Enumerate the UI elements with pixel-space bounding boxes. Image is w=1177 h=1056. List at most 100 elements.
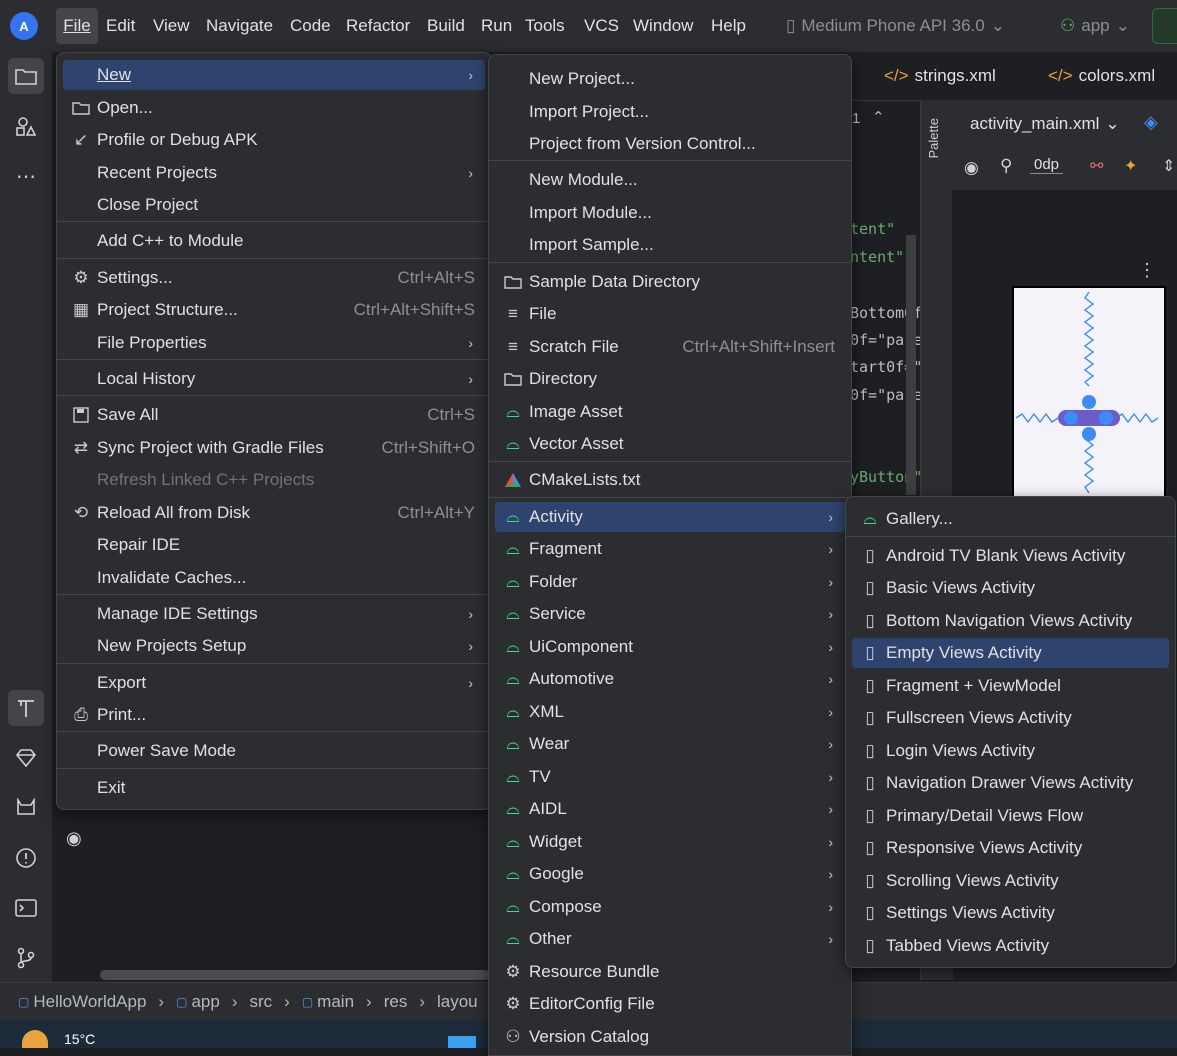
breadcrumb-item[interactable]: main	[317, 992, 354, 1012]
menu-item-image-asset[interactable]: ⌓ Image Asset	[495, 397, 845, 427]
menu-item-manage-ide-settings[interactable]: Manage IDE Settings ›	[63, 599, 485, 629]
menu-item-file-properties[interactable]: File Properties ›	[63, 328, 485, 358]
menu-edit[interactable]: Edit	[106, 0, 135, 52]
menu-item-responsive[interactable]: ▯ Responsive Views Activity	[852, 833, 1169, 863]
menu-help[interactable]: Help	[711, 0, 746, 52]
menu-item-navigation-drawer[interactable]: ▯ Navigation Drawer Views Activity	[852, 768, 1169, 798]
default-margin-field[interactable]: 0dp	[1030, 156, 1064, 174]
menu-item-basic-views[interactable]: ▯ Basic Views Activity	[852, 573, 1169, 603]
menu-item-exit[interactable]: Exit	[63, 773, 485, 803]
menu-item-fragment-viewmodel[interactable]: ▯ Fragment + ViewModel	[852, 671, 1169, 701]
more-vertical-icon[interactable]: ⋮	[1138, 260, 1156, 281]
menu-item-new-project[interactable]: New Project...	[495, 64, 845, 94]
menu-item-power-save[interactable]: Power Save Mode	[63, 736, 485, 766]
editor-scrollbar[interactable]	[906, 235, 916, 495]
menu-refactor[interactable]: Refactor	[346, 0, 410, 52]
menu-build[interactable]: Build	[427, 0, 465, 52]
menu-item-empty-views[interactable]: ▯ Empty Views Activity	[852, 638, 1169, 668]
menu-item-new-projects-setup[interactable]: New Projects Setup ›	[63, 631, 485, 661]
menu-item-tabbed-views[interactable]: ▯ Tabbed Views Activity	[852, 931, 1169, 961]
menu-item-reload-disk[interactable]: ⟲ Reload All from Disk Ctrl+Alt+Y	[63, 498, 485, 528]
git-branch-icon[interactable]	[8, 940, 44, 976]
menu-vcs[interactable]: VCS	[584, 0, 619, 52]
breadcrumb-item[interactable]: src	[249, 992, 272, 1012]
menu-item-vector-asset[interactable]: ⌓ Vector Asset	[495, 429, 845, 459]
menu-item-directory[interactable]: Directory	[495, 364, 845, 394]
tab-colors-xml[interactable]: </> colors.xml	[1048, 62, 1155, 90]
layers-icon[interactable]: ◈	[1144, 112, 1166, 134]
align-icon[interactable]: ⇕	[1162, 156, 1175, 176]
menu-view[interactable]: View	[153, 0, 190, 52]
menu-item-settings-views[interactable]: ▯ Settings Views Activity	[852, 898, 1169, 928]
menu-item-tv[interactable]: ⌓ TV ›	[495, 762, 845, 792]
menu-item-resource-bundle[interactable]: ⚙ Resource Bundle	[495, 957, 845, 987]
menu-item-primary-detail[interactable]: ▯ Primary/Detail Views Flow	[852, 801, 1169, 831]
resource-manager-icon[interactable]	[8, 108, 44, 144]
menu-item-widget[interactable]: ⌓ Widget ›	[495, 827, 845, 857]
menu-item-import-project[interactable]: Import Project...	[495, 97, 845, 127]
menu-item-cmakelists[interactable]: CMakeLists.txt	[495, 465, 845, 495]
menu-item-bottom-navigation[interactable]: ▯ Bottom Navigation Views Activity	[852, 606, 1169, 636]
menu-run[interactable]: Run	[481, 0, 512, 52]
chevron-up-icon[interactable]: ⌃	[872, 108, 885, 126]
horizontal-scrollbar[interactable]	[100, 970, 490, 980]
menu-item-repair-ide[interactable]: Repair IDE	[63, 530, 485, 560]
breadcrumb-item[interactable]: layou	[437, 992, 478, 1012]
run-config-selector[interactable]: ⚇ app ⌄	[1060, 14, 1130, 38]
menu-code[interactable]: Code	[290, 0, 331, 52]
menu-item-scrolling[interactable]: ▯ Scrolling Views Activity	[852, 866, 1169, 896]
menu-item-aidl[interactable]: ⌓ AIDL ›	[495, 794, 845, 824]
menu-item-scratch-file[interactable]: ≡ Scratch File Ctrl+Alt+Shift+Insert	[495, 332, 845, 362]
menu-item-fragment[interactable]: ⌓ Fragment ›	[495, 534, 845, 564]
menu-item-wear[interactable]: ⌓ Wear ›	[495, 729, 845, 759]
device-selector[interactable]: ▯ Medium Phone API 36.0 ⌄	[786, 14, 1005, 38]
menu-item-open[interactable]: Open...	[63, 93, 485, 123]
menu-item-sync-gradle[interactable]: ⇄ Sync Project with Gradle Files Ctrl+Shif…	[63, 433, 485, 463]
menu-item-import-module[interactable]: Import Module...	[495, 198, 845, 228]
menu-item-new[interactable]: New ›	[63, 60, 485, 90]
breadcrumb-item[interactable]: res	[384, 992, 408, 1012]
menu-item-project-structure[interactable]: ▦ Project Structure... Ctrl+Alt+Shift+S	[63, 295, 485, 325]
project-folder-icon[interactable]	[8, 58, 44, 94]
menu-item-fullscreen[interactable]: ▯ Fullscreen Views Activity	[852, 703, 1169, 733]
eye-icon[interactable]: ◉	[964, 158, 979, 178]
windows-start-icon[interactable]	[448, 1036, 476, 1048]
menu-file[interactable]: File	[56, 8, 98, 44]
menu-item-import-sample[interactable]: Import Sample...	[495, 230, 845, 260]
gem-icon[interactable]	[8, 740, 44, 776]
problems-icon[interactable]	[8, 840, 44, 876]
menu-item-other[interactable]: ⌓ Other ›	[495, 924, 845, 954]
menu-item-local-history[interactable]: Local History ›	[63, 364, 485, 394]
menu-item-close-project[interactable]: Close Project	[63, 190, 485, 220]
eye-icon[interactable]: ◉	[66, 828, 82, 849]
logcat-icon[interactable]	[8, 790, 44, 826]
menu-item-login[interactable]: ▯ Login Views Activity	[852, 736, 1169, 766]
menu-item-new-module[interactable]: New Module...	[495, 165, 845, 195]
design-file-selector[interactable]: activity_main.xml ⌄	[970, 114, 1120, 134]
menu-item-settings[interactable]: ⚙ Settings... Ctrl+Alt+S	[63, 263, 485, 293]
menu-item-invalidate-caches[interactable]: Invalidate Caches...	[63, 563, 485, 593]
menu-item-file[interactable]: ≡ File	[495, 299, 845, 329]
menu-item-print[interactable]: ⎙ Print...	[63, 700, 485, 730]
menu-item-save-all[interactable]: Save All Ctrl+S	[63, 400, 485, 430]
tab-strings-xml[interactable]: </> strings.xml	[884, 62, 996, 90]
menu-item-editorconfig[interactable]: ⚙ EditorConfig File	[495, 989, 845, 1019]
menu-item-automotive[interactable]: ⌓ Automotive ›	[495, 664, 845, 694]
menu-item-compose[interactable]: ⌓ Compose ›	[495, 892, 845, 922]
menu-item-add-cpp[interactable]: Add C++ to Module	[63, 226, 485, 256]
menu-item-export[interactable]: Export ›	[63, 668, 485, 698]
more-icon[interactable]: ⋯	[8, 158, 44, 194]
menu-item-sample-data-dir[interactable]: Sample Data Directory	[495, 267, 845, 297]
build-hammer-icon[interactable]	[8, 690, 44, 726]
terminal-icon[interactable]	[8, 890, 44, 926]
menu-item-folder[interactable]: ⌓ Folder ›	[495, 567, 845, 597]
menu-item-android-tv-blank[interactable]: ▯ Android TV Blank Views Activity	[852, 541, 1169, 571]
run-button[interactable]	[1152, 8, 1177, 44]
menu-item-recent-projects[interactable]: Recent Projects ›	[63, 158, 485, 188]
clear-constraints-icon[interactable]: ⚯	[1090, 156, 1103, 176]
breadcrumb-item[interactable]: HelloWorldApp	[33, 992, 146, 1012]
menu-item-xml[interactable]: ⌓ XML ›	[495, 697, 845, 727]
menu-window[interactable]: Window	[633, 0, 693, 52]
menu-item-activity[interactable]: ⌓ Activity ›	[495, 502, 845, 532]
menu-item-project-from-vcs[interactable]: Project from Version Control...	[495, 129, 845, 159]
